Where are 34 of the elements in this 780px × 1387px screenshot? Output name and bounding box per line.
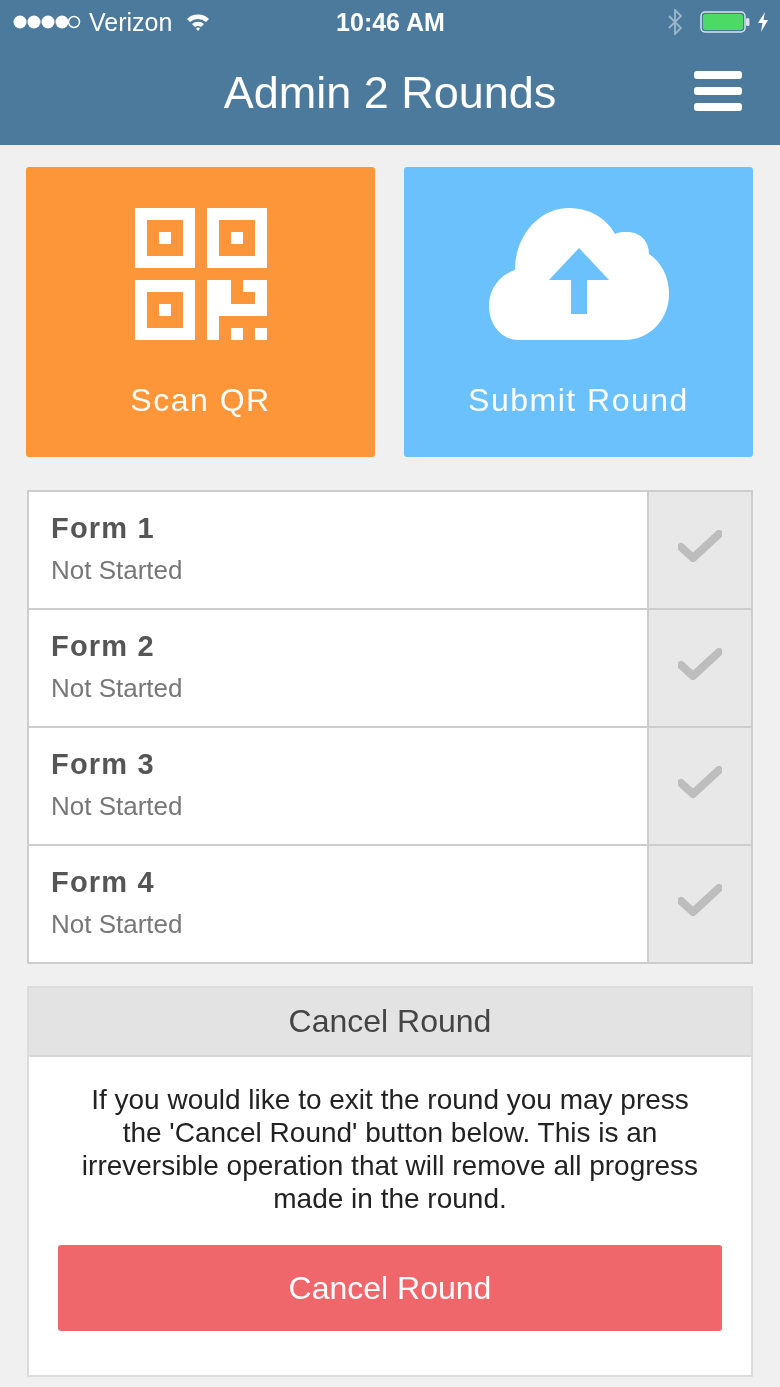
check-icon xyxy=(678,766,722,798)
form-item[interactable]: Form 1 Not Started xyxy=(29,492,647,608)
cancel-message: If you would like to exit the round you may press the 'Cancel Round' button below. This is an irreversible operation that will remove all progress made in the round. xyxy=(80,1083,700,1215)
form-item[interactable]: Form 3 Not Started xyxy=(29,728,647,844)
wifi-icon xyxy=(186,13,211,31)
menu-button[interactable] xyxy=(694,71,742,111)
battery-icon xyxy=(700,11,750,33)
complete-button[interactable] xyxy=(647,492,751,608)
check-icon xyxy=(678,530,722,562)
screen-title: Admin 2 Rounds xyxy=(223,66,557,119)
status-time: 10:46 AM xyxy=(336,7,445,37)
form-status: Not Started xyxy=(51,791,184,822)
form-name: Form 2 xyxy=(51,630,156,663)
form-item[interactable]: Form 4 Not Started xyxy=(29,846,647,962)
charging-bolt-icon xyxy=(758,12,768,32)
form-item[interactable]: Form 2 Not Started xyxy=(29,610,647,726)
complete-button[interactable] xyxy=(647,728,751,844)
form-status: Not Started xyxy=(51,909,184,940)
form-name: Form 3 xyxy=(51,748,156,781)
form-status: Not Started xyxy=(51,555,184,586)
form-status: Not Started xyxy=(51,673,184,704)
qr-code-icon xyxy=(134,208,267,340)
check-icon xyxy=(678,648,722,680)
panel-title: Cancel Round xyxy=(29,988,751,1057)
carrier-name: Verizon xyxy=(89,7,173,37)
menu-icon xyxy=(694,71,742,111)
signal-strength-icon xyxy=(13,15,81,29)
complete-button[interactable] xyxy=(647,610,751,726)
check-icon xyxy=(678,884,722,916)
bluetooth-icon xyxy=(668,9,682,35)
form-name: Form 4 xyxy=(51,866,156,899)
cloud-upload-icon xyxy=(488,208,669,340)
form-name: Form 1 xyxy=(51,512,156,545)
complete-button[interactable] xyxy=(647,846,751,962)
